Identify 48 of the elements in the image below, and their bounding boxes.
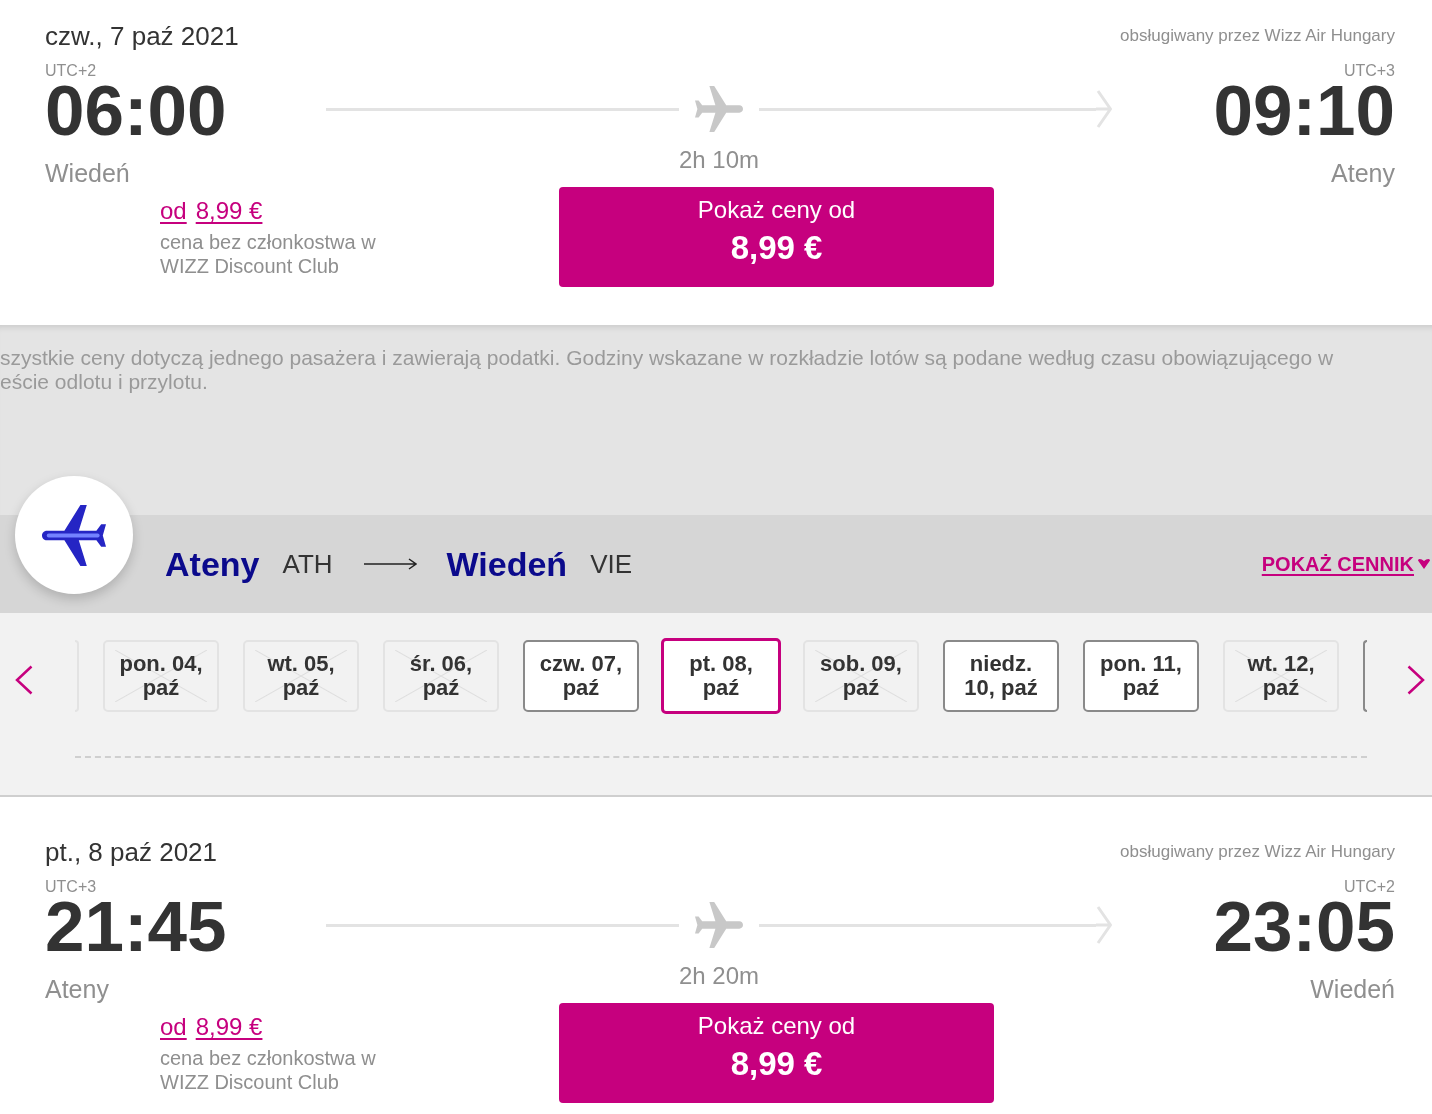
price-link[interactable]: 8,99 € [195, 197, 263, 225]
timezone-label: UTC+2 [1343, 878, 1395, 896]
price-from-link[interactable]: od [160, 197, 187, 225]
date-tile[interactable]: niedz. 10, paź [943, 640, 1059, 712]
departure-time: 06:00 [45, 80, 228, 142]
timezone-label: UTC+3 [45, 878, 98, 896]
date-tile[interactable]: wt. 05, paź [243, 640, 359, 712]
flight-date: czw., 7 paź 2021 [45, 20, 239, 52]
price-from-link[interactable]: od [160, 1013, 187, 1041]
timezone-label: UTC+2 [45, 62, 98, 80]
airplane-icon [695, 86, 743, 132]
caret-down-icon[interactable] [1418, 559, 1430, 569]
price-note: cena bez członkostwa w WIZZ Discount Club [160, 230, 377, 278]
price-link[interactable]: 8,99 € [195, 1013, 263, 1041]
date-tile[interactable]: sob. 09, paź [803, 640, 919, 712]
operator-label: obsługiwany przez Wizz Air Hungary [1120, 841, 1395, 863]
timezone-label: UTC+3 [1343, 62, 1395, 80]
date-tile[interactable]: wt. 12, paź [1223, 640, 1339, 712]
date-tile-edge[interactable] [1363, 640, 1367, 712]
chevron-right-icon[interactable] [1407, 665, 1425, 695]
price-list-link[interactable]: POKAŻ CENNIK [1261, 552, 1414, 576]
chevron-left-icon[interactable] [15, 665, 33, 695]
destination-code: VIE [590, 548, 633, 580]
operator-label: obsługiwany przez Wizz Air Hungary [1120, 25, 1395, 47]
date-tile[interactable]: pon. 11, paź [1083, 640, 1199, 712]
airplane-icon [695, 902, 743, 948]
origin-city: Ateny [165, 544, 260, 584]
arrival-city: Ateny [1331, 159, 1395, 187]
arrow-right-icon [363, 558, 417, 570]
show-prices-button[interactable]: Pokaż ceny od 8,99 € [559, 187, 994, 287]
duration-label: 2h 20m [678, 962, 760, 990]
duration-label: 2h 10m [678, 146, 760, 174]
arrival-time: 09:10 [1213, 80, 1395, 142]
date-tile[interactable]: czw. 07, paź [523, 640, 639, 712]
origin-code: ATH [282, 548, 333, 580]
destination-city: Wiedeń [446, 544, 568, 584]
arrival-city: Wiedeń [1310, 975, 1395, 1003]
price-note: cena bez członkostwa w WIZZ Discount Club [160, 1046, 377, 1094]
flight-date: pt., 8 paź 2021 [45, 836, 218, 868]
notice-text: szystkie ceny dotyczą jednego pasażera i zawierają podatki. Godziny wskazane w rozkładzie lotów są podane według czasu obowiązującego w eście odlotu i przylotu. [0, 346, 1335, 394]
date-tile[interactable]: pon. 04, paź [103, 640, 219, 712]
departure-time: 21:45 [45, 896, 228, 958]
show-prices-button[interactable]: Pokaż ceny od 8,99 € [559, 1003, 994, 1103]
date-tile[interactable]: pt. 08, paź [661, 638, 781, 714]
arrival-time: 23:05 [1213, 896, 1395, 958]
departure-city: Wiedeń [45, 159, 131, 187]
date-tile[interactable]: śr. 06, paź [383, 640, 499, 712]
departure-city: Ateny [45, 975, 110, 1003]
